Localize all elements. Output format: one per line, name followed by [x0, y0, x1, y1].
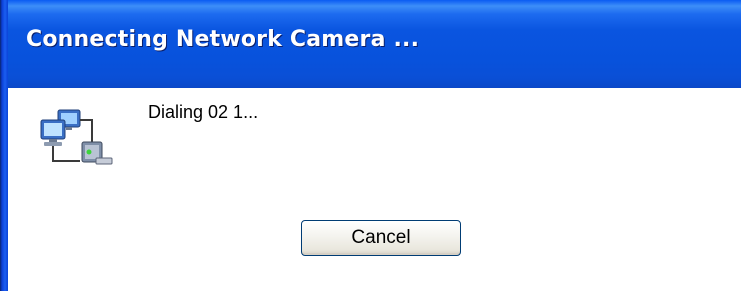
window-left-border	[0, 0, 8, 291]
window-title: Connecting Network Camera ...	[26, 27, 420, 52]
network-connection-icon	[38, 106, 114, 170]
dialog-client-area: Dialing 02 1... Cancel	[8, 88, 741, 291]
dialing-status-text: Dialing 02 1...	[148, 102, 259, 122]
dialog-body: Dialing 02 1... Cancel	[8, 88, 741, 291]
cancel-button[interactable]: Cancel	[301, 220, 461, 256]
dialog-window: Connecting Network Camera ... Dialing 02…	[0, 0, 741, 291]
title-bar[interactable]: Connecting Network Camera ...	[8, 0, 741, 88]
